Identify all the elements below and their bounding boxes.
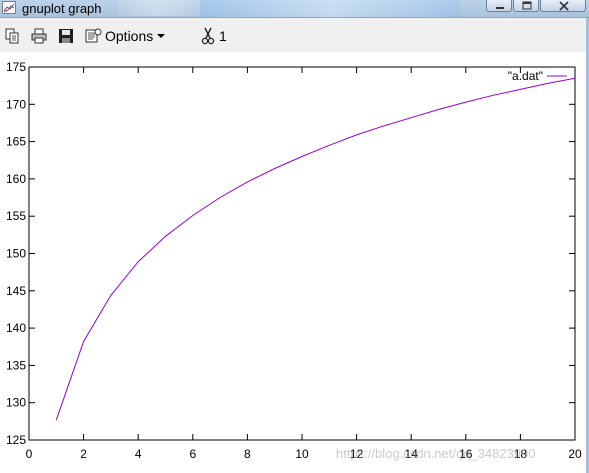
watermark-text: https://blog.csdn.net/qq_34823990 xyxy=(336,446,536,461)
legend-label: "a.dat" xyxy=(508,69,543,83)
y-tick-label: 140 xyxy=(6,321,26,335)
close-button[interactable] xyxy=(540,0,586,12)
x-tick-label: 20 xyxy=(568,447,582,461)
plot-frame xyxy=(28,66,576,441)
x-tick-label: 6 xyxy=(189,447,196,461)
y-tick-label: 145 xyxy=(6,284,26,298)
y-tick-label: 155 xyxy=(6,209,26,223)
y-tick-label: 135 xyxy=(6,358,26,372)
save-icon[interactable] xyxy=(57,27,75,45)
toolbar-counter: 1 xyxy=(219,28,227,44)
y-tick-label: 165 xyxy=(6,135,26,149)
app-graph-icon xyxy=(2,1,16,14)
title-bar[interactable]: gnuplot graph xyxy=(0,0,589,18)
x-tick-label: 4 xyxy=(135,447,142,461)
x-tick-label: 0 xyxy=(26,447,33,461)
title-bar-highlight xyxy=(200,0,460,17)
maximize-button[interactable] xyxy=(513,0,539,12)
options-label: Options xyxy=(105,28,154,44)
window-title: gnuplot graph xyxy=(22,1,102,16)
copy-icon[interactable] xyxy=(4,27,22,45)
plot-area: 0 2 4 6 8 10 12 14 16 18 20 125 130 135 140 145 150 155 16… xyxy=(0,52,586,473)
options-icon xyxy=(84,27,102,45)
series-line xyxy=(55,77,576,421)
y-tick-label: 130 xyxy=(6,396,26,410)
y-tick-label: 125 xyxy=(6,433,26,447)
y-tick-label: 150 xyxy=(6,247,26,261)
x-tick-label: 10 xyxy=(295,447,309,461)
x-tick-label: 8 xyxy=(244,447,251,461)
print-icon[interactable] xyxy=(30,27,48,45)
title-bar-blur xyxy=(118,0,200,16)
y-tick-label: 175 xyxy=(6,60,26,74)
chevron-down-icon xyxy=(157,34,165,38)
x-tick-label: 2 xyxy=(80,447,87,461)
toolbar: Options 1 xyxy=(0,18,589,52)
gnuplot-window: gnuplot graph Options 1 0 2 4 6 8 10 12 … xyxy=(0,0,589,473)
scissors-icon[interactable] xyxy=(201,27,215,50)
y-tick-label: 160 xyxy=(6,172,26,186)
line-chart: 0 2 4 6 8 10 12 14 16 18 2012513013514014515015516… xyxy=(6,60,582,461)
y-tick-label: 170 xyxy=(6,97,26,111)
minimize-button[interactable] xyxy=(486,0,512,12)
